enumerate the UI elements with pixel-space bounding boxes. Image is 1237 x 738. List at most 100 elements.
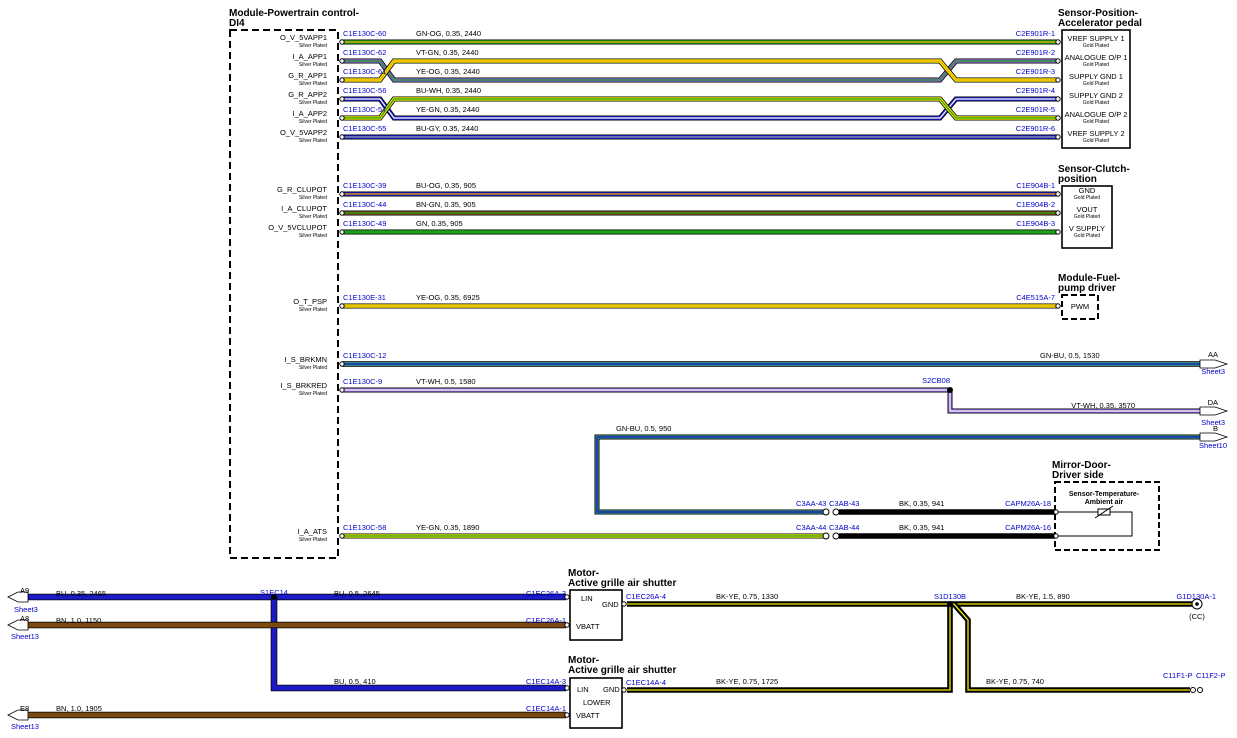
mirror-wire-0-spec: BK, 0.35, 941: [899, 499, 944, 508]
amb-title-2: Ambient air: [1085, 499, 1124, 506]
m1-gnd: GND: [602, 600, 619, 609]
pcm-wire-2-conn-label: C1E130C-61: [343, 67, 386, 76]
pcm-wire-3-plating: Silver Plated: [299, 100, 327, 106]
mirror-wire-1-c1: C3AA-44: [796, 523, 826, 532]
pcm-wire-4-conn-label: C1E130C-57: [343, 105, 386, 114]
pcm-wire-8-spec: GN, 0.35, 905: [416, 219, 463, 228]
pcm-wire-10-pin-label: I_S_BRKMN: [284, 355, 327, 364]
pcm-wire-6-fn: GND: [1079, 186, 1096, 195]
pcm-wire-8-conn-label: C1E130C-49: [343, 219, 386, 228]
pcm-wire-7-conn-label: C1E130C-44: [343, 200, 386, 209]
splice-s2cb08-label: S2CB08: [922, 376, 950, 385]
pcm-wire-11-pin-dot: [339, 387, 345, 393]
mirror-title-2: Driver side: [1052, 470, 1104, 481]
clutch-title-2: position: [1058, 174, 1097, 185]
bkye1-spec: BK-YE, 0.75, 1330: [716, 592, 778, 601]
pcm-wire-1-pin-dot: [339, 58, 345, 64]
bu1-dest: C1EC26A-3: [526, 589, 566, 598]
splice-s1ec14-label: S1EC14: [260, 588, 288, 597]
pcm-wire-4-pin-label: I_A_APP2: [292, 109, 327, 118]
bu2-wire: [271, 597, 566, 691]
splice-s2cb08: [947, 387, 953, 393]
bkye2-wire-stripe: [627, 604, 951, 691]
pcm-wire-0-pin-dot: [339, 39, 345, 45]
pcm-wire-11-spec: VT-WH, 0.5, 1580: [416, 377, 476, 386]
a8-sheet: Sheet13: [11, 632, 39, 641]
m2-vbatt-dot: [564, 712, 570, 718]
e8-sheet: Sheet13: [11, 722, 39, 731]
arrow-da: [1199, 406, 1229, 416]
pcm-wire-2-dest: C2E901R-3: [1016, 67, 1055, 76]
m1-vbatt-dot: [564, 622, 570, 628]
bkye2-wire: [627, 604, 952, 692]
mirror-wire-1-c1-dot: [822, 532, 830, 540]
m2-vbatt: VBATT: [576, 711, 600, 720]
pcm-wire-11-plating: Silver Plated: [299, 391, 327, 397]
pcm-wire-10-pin-dot: [339, 361, 345, 367]
pcm-wire-0-pin-label: O_V_5VAPP1: [280, 33, 327, 42]
pcm-wire-1-dest: C2E901R-2: [1016, 48, 1055, 57]
a8-spec: BN, 1.0, 1150: [56, 616, 101, 625]
pcm-wire-12-conn-label: C1E130C-58: [343, 523, 386, 532]
aa-sheet: Sheet3: [1201, 367, 1225, 376]
mirror-wire-1-dest-dot: [1053, 533, 1059, 539]
m1-vbatt: VBATT: [576, 622, 600, 631]
pcm-wire-3-pin-label: G_R_APP2: [288, 90, 327, 99]
pcm-wire-1-spec: VT-GN, 0.35, 2440: [416, 48, 479, 57]
pcm-wire-2-pin-dot: [339, 77, 345, 83]
pcm-wire-6-dest-dot: [1055, 191, 1061, 197]
pcm-wire-2-plating: Silver Plated: [299, 81, 327, 87]
pcm-wire-6-spec: BU-OG, 0.35, 905: [416, 181, 476, 190]
c11f2-dot: [1197, 687, 1203, 693]
pcm-wire-12-pin-label: I_A_ATS: [298, 527, 327, 536]
pcm-title-1: Module-Powertrain control-: [229, 8, 359, 19]
mirror-wire-0-dest: CAPM26A-18: [1005, 499, 1051, 508]
pcm-wire-5-fn: VREF SUPPLY 2: [1067, 129, 1124, 138]
pcm-wire-8-plating: Silver Plated: [299, 233, 327, 239]
pcm-wire-6-fn-plating: Gold Plated: [1074, 195, 1100, 201]
fuel-title-2: pump driver: [1058, 283, 1116, 294]
mirror-wire-0-dest-dot: [1053, 509, 1059, 515]
m1-gndconn: C1EC26A-4: [626, 592, 666, 601]
mirror-wire-0-c1: C3AA-43: [796, 499, 826, 508]
g1d130a-note: (CC): [1189, 612, 1205, 621]
bn2-dest: C1EC14A-1: [526, 704, 566, 713]
wiring-diagram: Module-Powertrain control- DI4 Sensor-Po…: [7, 8, 1229, 731]
c11f2-label: C11F2-P: [1196, 671, 1225, 680]
gnbu-950-spec: GN-BU, 0.5, 950: [616, 424, 671, 433]
mirror-wire-0-c2-dot: [832, 508, 840, 516]
pcm-wire-0-fn-plating: Gold Plated: [1083, 43, 1109, 49]
pcm-wire-5-conn-label: C1E130C-55: [343, 124, 386, 133]
bkye2-wire-outline: [627, 604, 953, 693]
pcm-wire-5-dest: C2E901R-6: [1016, 124, 1055, 133]
pcm-wire-12-spec: YE-GN, 0.35, 1890: [416, 523, 479, 532]
pcm-wire-9-pin-label: O_T_PSP: [293, 297, 327, 306]
bu1-spec: BU, 0.5, 2645: [334, 589, 380, 598]
a9-spec: BU, 0.35, 2465: [56, 589, 106, 598]
mirror-wire-1-c2-dot: [832, 532, 840, 540]
pcm-wire-12-plating: Silver Plated: [299, 537, 327, 543]
mirror-wire-0-c2: C3AB-43: [829, 499, 859, 508]
bkye4-spec: BK-YE, 0.75, 740: [986, 677, 1044, 686]
pcm-wire-2-pin-label: G_R_APP1: [288, 71, 327, 80]
brake-branch-spec: VT-WH, 0.35, 3570: [1071, 401, 1135, 410]
pcm-wire-3-spec: BU-WH, 0.35, 2440: [416, 86, 481, 95]
pcm-wire-5-plating: Silver Plated: [299, 138, 327, 144]
pcm-wire-2-dest-dot: [1055, 77, 1061, 83]
mirror-wire-1-c2: C3AB-44: [829, 523, 859, 532]
a9-label: A9: [20, 586, 29, 595]
m2-lin-dot: [564, 685, 570, 691]
pcm-wire-3-dest-dot: [1055, 96, 1061, 102]
pcm-title-2: DI4: [229, 18, 245, 29]
pcm-wire-10-conn-label: C1E130C-12: [343, 351, 386, 360]
pcm-wire-1-fn: ANALOGUE O/P 1: [1065, 53, 1128, 62]
pcm-wire-1-fn-plating: Gold Plated: [1083, 62, 1109, 68]
pcm-wire-3-pin-dot: [339, 96, 345, 102]
motor2-title-2: Active grille air shutter: [568, 665, 676, 676]
pcm-wire-0-conn-label: C1E130C-60: [343, 29, 386, 38]
mirror-wire-1-spec: BK, 0.35, 941: [899, 523, 944, 532]
pcm-wire-4-spec: YE-GN, 0.35, 2440: [416, 105, 479, 114]
mirror-wire-1-dest: CAPM26A-16: [1005, 523, 1051, 532]
pcm-wire-6-conn-label: C1E130C-39: [343, 181, 386, 190]
m2-gndconn: C1EC14A-4: [626, 678, 666, 687]
